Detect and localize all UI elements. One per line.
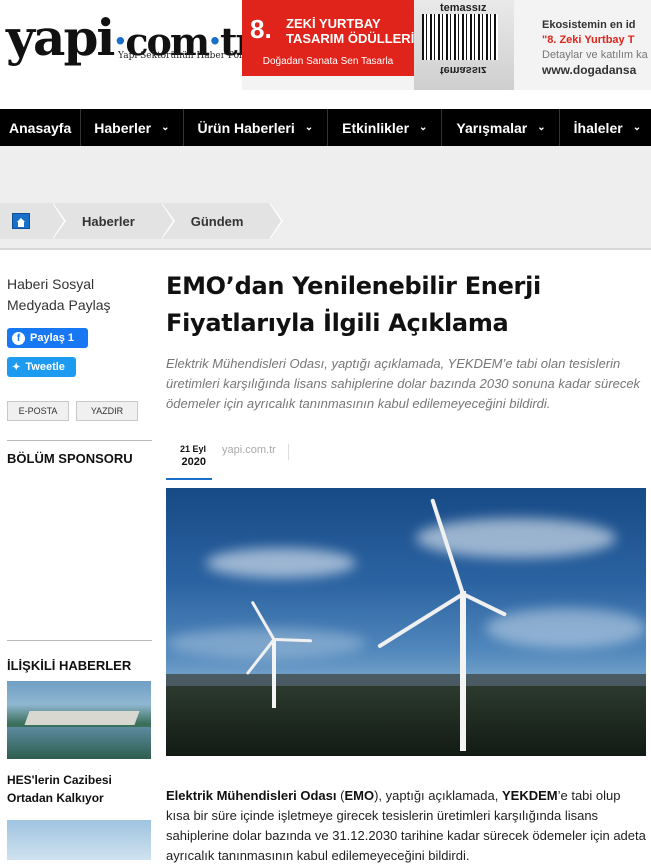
banner-artwork: temassız temassız	[414, 0, 514, 90]
sponsor-heading: BÖLÜM SPONSORU	[7, 451, 133, 466]
article-source[interactable]: yapi.com.tr	[222, 444, 289, 460]
related-heading: İLİŞKİLİ HABERLER	[7, 658, 132, 673]
sidebar-divider	[7, 640, 152, 641]
banner-slogan: Doğadan Sanata Sen Tasarla	[262, 56, 394, 67]
home-icon	[12, 213, 30, 229]
date-underline	[166, 478, 212, 480]
twitter-icon: ✦	[12, 361, 21, 373]
article-photo-wind-turbines	[166, 488, 646, 756]
site-logo[interactable]: yapi·com·tr Yapı Sektörünün Haber Portal…	[6, 8, 258, 78]
related-news-image[interactable]	[7, 820, 151, 860]
facebook-icon: f	[12, 331, 25, 345]
related-news-title[interactable]: HES'lerin Cazibesi Ortadan Kalkıyor	[7, 771, 157, 807]
banner-art-word: temassız	[440, 2, 487, 14]
nav-item-etkinlikler[interactable]: Etkinlikler ⌄	[328, 109, 443, 146]
banner-art-word-reflection: temassız	[440, 64, 487, 76]
email-button[interactable]: E-POSTA	[7, 401, 69, 421]
site-header: yapi·com·tr Yapı Sektörünün Haber Portal…	[0, 0, 651, 98]
facebook-share-button[interactable]: f Paylaş 1	[7, 328, 88, 348]
print-button[interactable]: YAZDIR	[76, 401, 138, 421]
logo-wordmark: yapi·com·tr	[6, 8, 256, 67]
sidebar: Haberi Sosyal Medyada Paylaş f Paylaş 1 …	[7, 262, 152, 860]
article: EMO’dan Yenilenebilir Enerji Fiyatlarıyl…	[166, 268, 646, 863]
banner-text: Ekosistemin en id "8. Zeki Yurtbay T Det…	[542, 19, 648, 77]
barcode-graphic	[422, 14, 498, 60]
breadcrumb-haberler[interactable]: Haberler	[52, 203, 175, 239]
chevron-down-icon: ⌄	[161, 122, 170, 133]
breadcrumb-home[interactable]	[0, 203, 66, 239]
logo-tagline: Yapı Sektörünün Haber Portalı	[118, 51, 259, 61]
nav-item-yarismalar[interactable]: Yarışmalar ⌄	[442, 109, 560, 146]
ad-banner[interactable]: 8. ZEKİ YURTBAY TASARIM ÖDÜLLERİ Doğadan …	[242, 0, 651, 90]
nav-item-ihaleler[interactable]: İhaleler ⌄	[560, 109, 651, 146]
breadcrumb: Haberler Gündem	[0, 203, 284, 239]
banner-number: 8.	[250, 14, 272, 44]
nav-item-anasayfa[interactable]: Anasayfa	[0, 109, 82, 146]
article-body: Elektrik Mühendisleri Odası (EMO), yaptı…	[166, 788, 646, 863]
article-date: 21 Eyl 2020	[179, 444, 206, 468]
sidebar-divider	[7, 440, 152, 441]
chevron-down-icon: ⌄	[537, 122, 546, 133]
main-nav: Anasayfa Haberler ⌄ Ürün Haberleri ⌄ Etkin…	[0, 109, 651, 146]
article-title: EMO’dan Yenilenebilir Enerji Fiyatlarıyl…	[166, 272, 541, 337]
related-news-image[interactable]	[7, 681, 151, 759]
twitter-share-button[interactable]: ✦ Tweetle	[7, 357, 76, 377]
nav-item-urun-haberleri[interactable]: Ürün Haberleri ⌄	[184, 109, 329, 146]
breadcrumb-divider	[0, 248, 651, 250]
nav-item-haberler[interactable]: Haberler ⌄	[81, 109, 185, 146]
chevron-down-icon: ⌄	[632, 122, 642, 133]
article-lead: Elektrik Mühendisleri Odası, yaptığı açı…	[166, 356, 641, 411]
breadcrumb-gundem[interactable]: Gündem	[160, 203, 284, 239]
banner-title: ZEKİ YURTBAY TASARIM ÖDÜLLERİ	[286, 16, 415, 46]
chevron-down-icon: ⌄	[419, 122, 428, 133]
banner-red-panel: 8. ZEKİ YURTBAY TASARIM ÖDÜLLERİ Doğadan …	[242, 0, 414, 76]
share-title: Haberi Sosyal Medyada Paylaş	[7, 276, 111, 313]
chevron-down-icon: ⌄	[304, 122, 314, 133]
